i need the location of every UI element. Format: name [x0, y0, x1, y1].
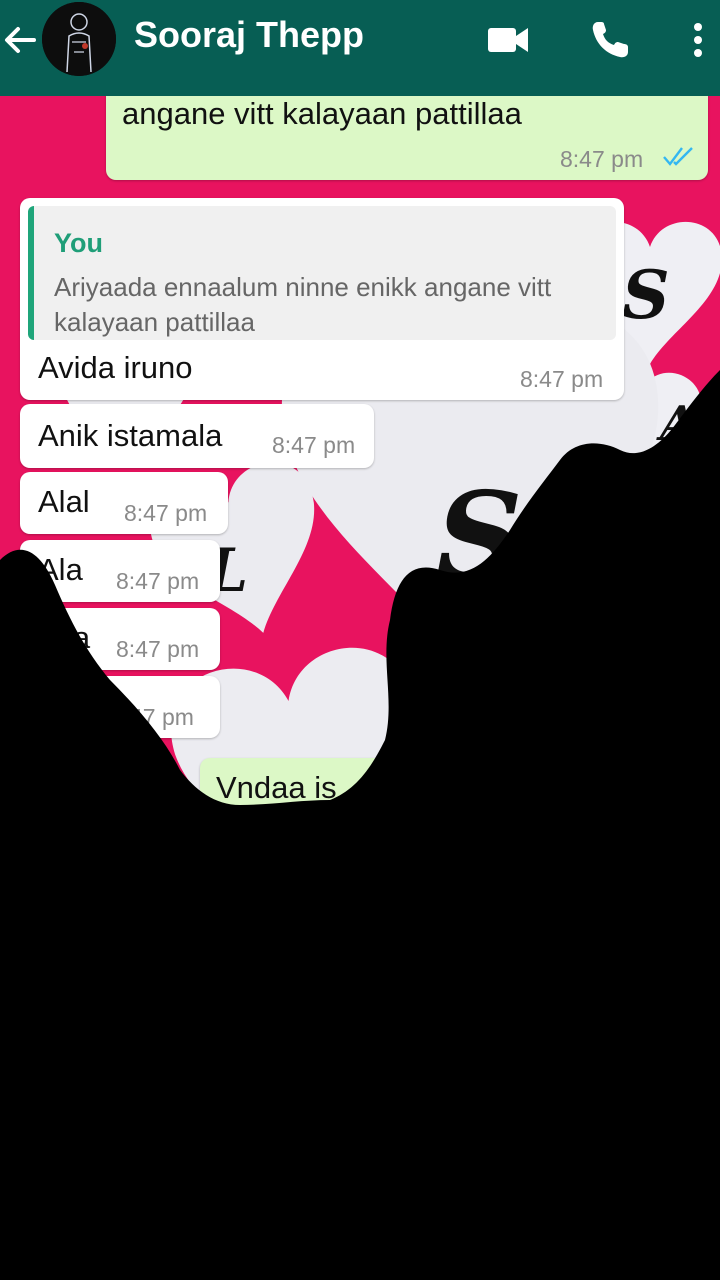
- message-time: 8:47 pm: [124, 500, 208, 526]
- contact-avatar[interactable]: [42, 2, 116, 76]
- message-text: angane vitt kalayaan pattillaa: [122, 96, 522, 131]
- quote-author: You: [54, 228, 103, 258]
- message-incoming[interactable]: Anik istamala 8:47 pm: [20, 404, 374, 468]
- more-vert-icon[interactable]: [676, 18, 720, 62]
- message-incoming[interactable]: Ala 8:47 pm: [20, 540, 220, 602]
- message-text: Anik istamala: [38, 418, 223, 453]
- message-incoming[interactable]: Alal 8:47 pm: [20, 472, 228, 534]
- message-time: 8:47 pm: [560, 146, 644, 172]
- quoted-message[interactable]: You Ariyaada ennaalum ninne enikk angane…: [28, 206, 616, 340]
- message-time: 47 pm: [130, 704, 194, 730]
- message-text: Ala: [38, 552, 83, 587]
- message-text: Alal: [38, 484, 90, 519]
- message-time: 8:47 pm: [520, 366, 604, 392]
- arrow-left-icon[interactable]: [0, 20, 40, 60]
- message-time: 8:47 pm: [116, 568, 200, 594]
- phone-icon[interactable]: [588, 18, 632, 62]
- wallpaper-letter: S: [436, 466, 523, 607]
- avatar-image: [42, 2, 116, 76]
- message-time: 8:47 pm: [116, 636, 200, 662]
- message-text: Avida iruno: [38, 350, 193, 385]
- quote-text: Ariyaada ennaalum ninne enikk angane vit…: [54, 272, 552, 337]
- read-ticks-icon: [663, 147, 693, 166]
- message-incoming[interactable]: la 8:47 pm: [20, 608, 220, 670]
- message-text: la: [66, 620, 91, 655]
- contact-name[interactable]: Sooraj Thepp: [134, 14, 364, 56]
- message-time: 8:47 pm: [272, 432, 356, 458]
- video-camera-icon[interactable]: [486, 18, 530, 62]
- wallpaper-letter: A: [660, 396, 698, 452]
- message-text: Vndaa is: [216, 770, 337, 805]
- chat-header: Sooraj Thepp: [0, 0, 720, 96]
- wallpaper-letter: S: [622, 256, 670, 334]
- message-incoming-reply[interactable]: You Ariyaada ennaalum ninne enikk angane…: [20, 198, 624, 400]
- message-outgoing[interactable]: Vndaa is: [200, 758, 700, 820]
- message-incoming[interactable]: 47 pm: [20, 676, 220, 738]
